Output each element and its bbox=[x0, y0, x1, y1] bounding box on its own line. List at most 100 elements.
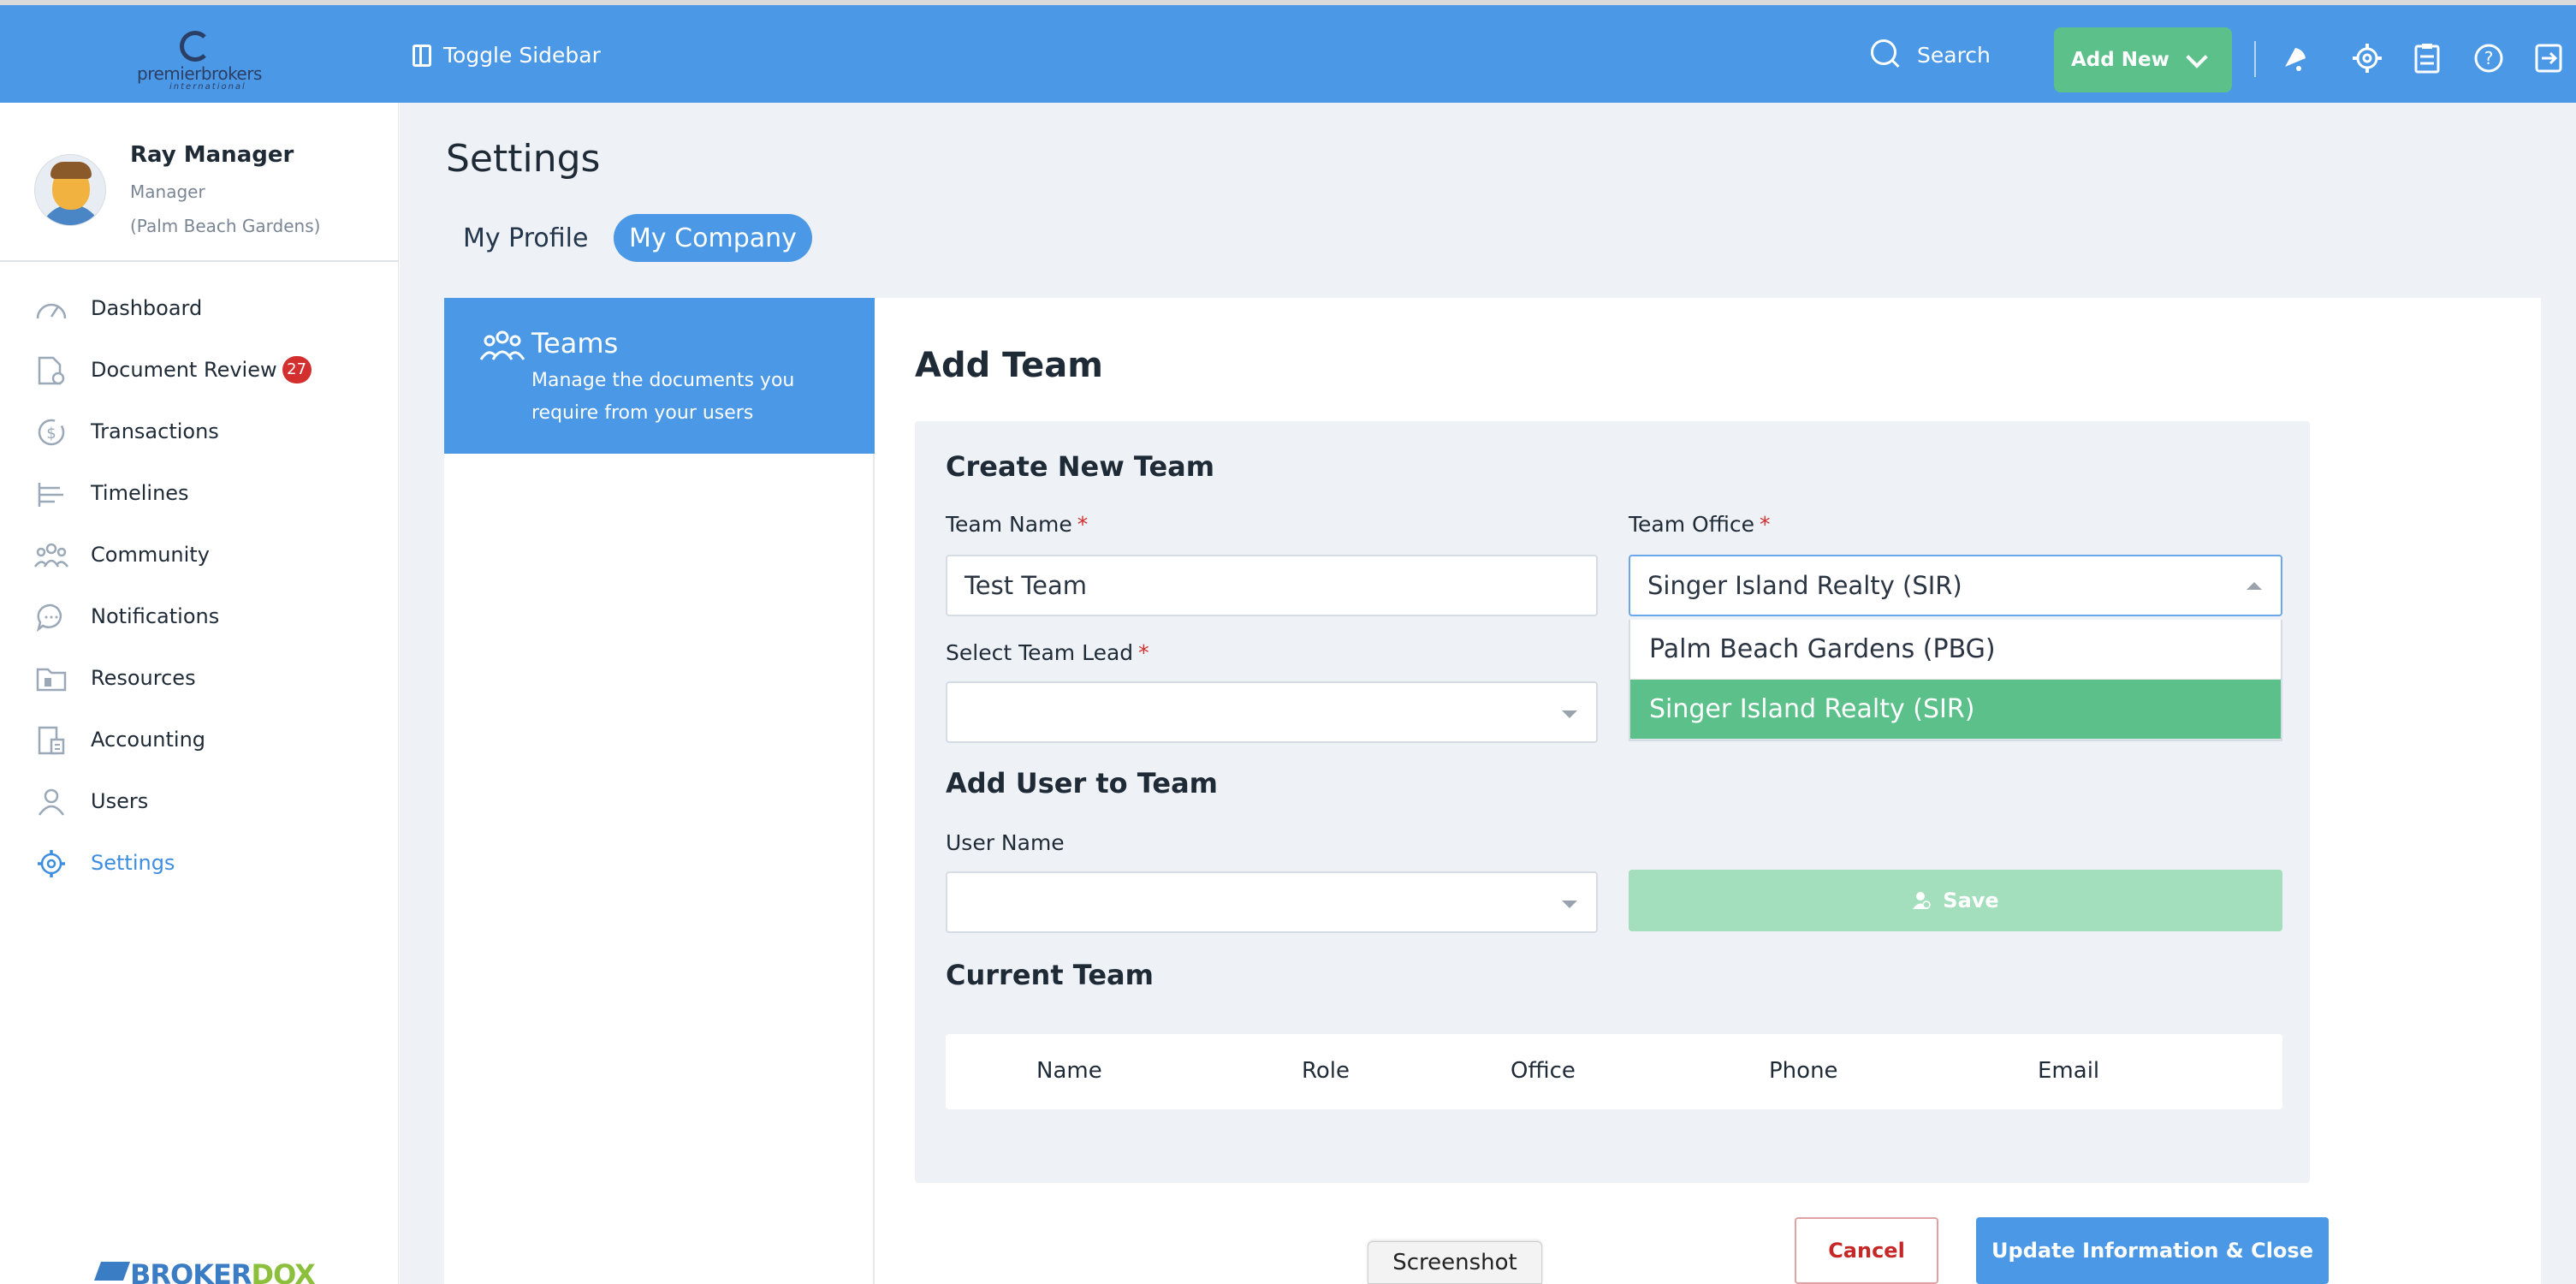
sidebar-item-label: Document Review bbox=[91, 358, 277, 382]
add-new-button[interactable]: Add New bbox=[2054, 27, 2232, 92]
column-header-name[interactable]: Name bbox=[1036, 1058, 1102, 1084]
sidebar-item-accounting[interactable]: Accounting bbox=[0, 709, 399, 770]
search-label: Search bbox=[1917, 42, 1991, 68]
sidebar-item-users[interactable]: Users bbox=[0, 770, 399, 832]
sidebar-nav: Dashboard Document Review 27 $ Transacti… bbox=[0, 277, 399, 894]
teams-menu-item[interactable]: Teams Manage the documents you require f… bbox=[444, 298, 875, 454]
logo-subtext: international bbox=[169, 82, 246, 92]
toggle-sidebar-label: Toggle Sidebar bbox=[443, 43, 601, 68]
caret-down-icon bbox=[1562, 710, 1577, 718]
team-office-value: Singer Island Realty (SIR) bbox=[1647, 571, 1962, 600]
tab-my-company[interactable]: My Company bbox=[614, 214, 812, 262]
top-navbar: premierbrokers international Toggle Side… bbox=[0, 5, 2576, 103]
folder-icon bbox=[36, 668, 67, 692]
bell-icon[interactable] bbox=[2276, 39, 2314, 77]
save-button[interactable]: Save bbox=[1629, 870, 2282, 931]
document-check-icon bbox=[38, 356, 65, 385]
screenshot-tooltip: Screenshot bbox=[1368, 1241, 1542, 1284]
team-office-select[interactable]: Singer Island Realty (SIR) bbox=[1629, 555, 2282, 616]
sidebar-item-timelines[interactable]: Timelines bbox=[0, 462, 399, 524]
user-profile-card[interactable]: Ray Manager Manager (Palm Beach Gardens) bbox=[0, 103, 399, 262]
sidebar-item-transactions[interactable]: $ Transactions bbox=[0, 401, 399, 462]
tab-my-profile[interactable]: My Profile bbox=[448, 214, 603, 262]
column-header-email[interactable]: Email bbox=[2038, 1058, 2099, 1084]
dropdown-option-pbg[interactable]: Palm Beach Gardens (PBG) bbox=[1630, 620, 2281, 680]
sidebar-item-label: Community bbox=[91, 543, 210, 567]
sidebar-toggle-icon bbox=[413, 44, 431, 67]
add-team-title: Add Team bbox=[915, 346, 1103, 385]
clipboard-icon[interactable] bbox=[2408, 39, 2446, 77]
search-icon bbox=[1871, 39, 1902, 70]
gear-icon bbox=[38, 850, 65, 877]
sidebar: Ray Manager Manager (Palm Beach Gardens)… bbox=[0, 103, 399, 1284]
caret-down-icon bbox=[1562, 901, 1577, 908]
user-role: Manager bbox=[130, 181, 205, 202]
user-name: Ray Manager bbox=[130, 142, 294, 168]
column-header-office[interactable]: Office bbox=[1511, 1058, 1576, 1084]
sidebar-item-label: Dashboard bbox=[91, 296, 203, 320]
svg-text:$: $ bbox=[46, 425, 56, 443]
page-title: Settings bbox=[446, 137, 601, 181]
ledger-icon bbox=[38, 726, 65, 755]
logo-swirl-icon bbox=[180, 31, 211, 62]
user-name-label: User Name bbox=[946, 830, 1065, 855]
add-new-label: Add New bbox=[2071, 49, 2169, 71]
logout-icon[interactable] bbox=[2530, 39, 2567, 77]
chat-icon bbox=[36, 603, 62, 632]
gauge-icon bbox=[36, 303, 67, 319]
sidebar-item-settings[interactable]: Settings bbox=[0, 832, 399, 894]
sidebar-item-dashboard[interactable]: Dashboard bbox=[0, 277, 399, 339]
gear-icon[interactable] bbox=[2348, 39, 2386, 77]
help-icon[interactable]: ? bbox=[2470, 39, 2508, 77]
column-header-role[interactable]: Role bbox=[1302, 1058, 1350, 1084]
team-name-input[interactable]: Test Team bbox=[946, 555, 1598, 616]
sidebar-item-resources[interactable]: Resources bbox=[0, 647, 399, 709]
brokerdox-mark-icon bbox=[93, 1262, 131, 1281]
dropdown-option-sir[interactable]: Singer Island Realty (SIR) bbox=[1630, 680, 2281, 740]
sidebar-item-notifications[interactable]: Notifications bbox=[0, 586, 399, 647]
team-lead-label: Select Team Lead * bbox=[946, 640, 1149, 665]
update-information-close-button[interactable]: Update Information & Close bbox=[1976, 1217, 2329, 1284]
column-header-phone[interactable]: Phone bbox=[1769, 1058, 1838, 1084]
create-new-team-heading: Create New Team bbox=[946, 450, 1215, 483]
avatar bbox=[34, 154, 106, 226]
chevron-down-icon bbox=[2186, 46, 2208, 68]
toggle-sidebar-button[interactable]: Toggle Sidebar bbox=[413, 43, 601, 68]
sidebar-item-label: Notifications bbox=[91, 604, 220, 628]
team-name-label: Team Name * bbox=[946, 512, 1089, 537]
sidebar-item-document-review[interactable]: Document Review 27 bbox=[0, 339, 399, 401]
add-team-form-area: Add Team Create New Team Team Name * Test… bbox=[915, 298, 2498, 1284]
current-team-heading: Current Team bbox=[946, 959, 1154, 991]
settings-left-column: Teams Manage the documents you require f… bbox=[444, 298, 875, 1284]
svg-text:?: ? bbox=[2484, 48, 2494, 68]
team-office-label: Team Office * bbox=[1629, 512, 1771, 537]
current-team-table-header: Name Role Office Phone Email bbox=[946, 1034, 2282, 1109]
teams-description: Manage the documents you require from yo… bbox=[531, 370, 795, 424]
team-office-dropdown-menu: Palm Beach Gardens (PBG) Singer Island R… bbox=[1629, 620, 2282, 741]
user-name-select[interactable] bbox=[946, 871, 1598, 933]
dollar-icon: $ bbox=[38, 419, 65, 446]
toolbar-divider bbox=[2254, 41, 2256, 77]
user-office: (Palm Beach Gardens) bbox=[130, 216, 321, 236]
brokerdox-logo: BROKERDOX bbox=[93, 1258, 316, 1284]
sidebar-item-label: Timelines bbox=[91, 481, 189, 505]
sidebar-item-label: Users bbox=[91, 789, 149, 813]
sidebar-item-label: Resources bbox=[91, 666, 196, 690]
add-user-icon bbox=[1913, 892, 1932, 909]
team-lead-select[interactable] bbox=[946, 681, 1598, 743]
sidebar-item-community[interactable]: Community bbox=[0, 524, 399, 586]
save-label: Save bbox=[1943, 889, 1999, 912]
search-button[interactable]: Search bbox=[1871, 39, 1991, 70]
sidebar-item-label: Settings bbox=[91, 851, 175, 875]
timeline-icon bbox=[38, 483, 63, 507]
teams-title: Teams bbox=[531, 327, 619, 360]
people-icon bbox=[34, 543, 68, 568]
required-mark: * bbox=[1760, 512, 1771, 537]
premierbrokers-logo[interactable]: premierbrokers international bbox=[137, 31, 265, 92]
caret-up-icon bbox=[2247, 582, 2262, 590]
cancel-button[interactable]: Cancel bbox=[1795, 1217, 1938, 1284]
add-team-card: Create New Team Team Name * Test Team Tea… bbox=[915, 421, 2310, 1183]
user-icon bbox=[38, 788, 65, 816]
logo-wordmark: premierbrokers bbox=[137, 63, 262, 84]
team-name-value: Test Team bbox=[965, 571, 1087, 600]
